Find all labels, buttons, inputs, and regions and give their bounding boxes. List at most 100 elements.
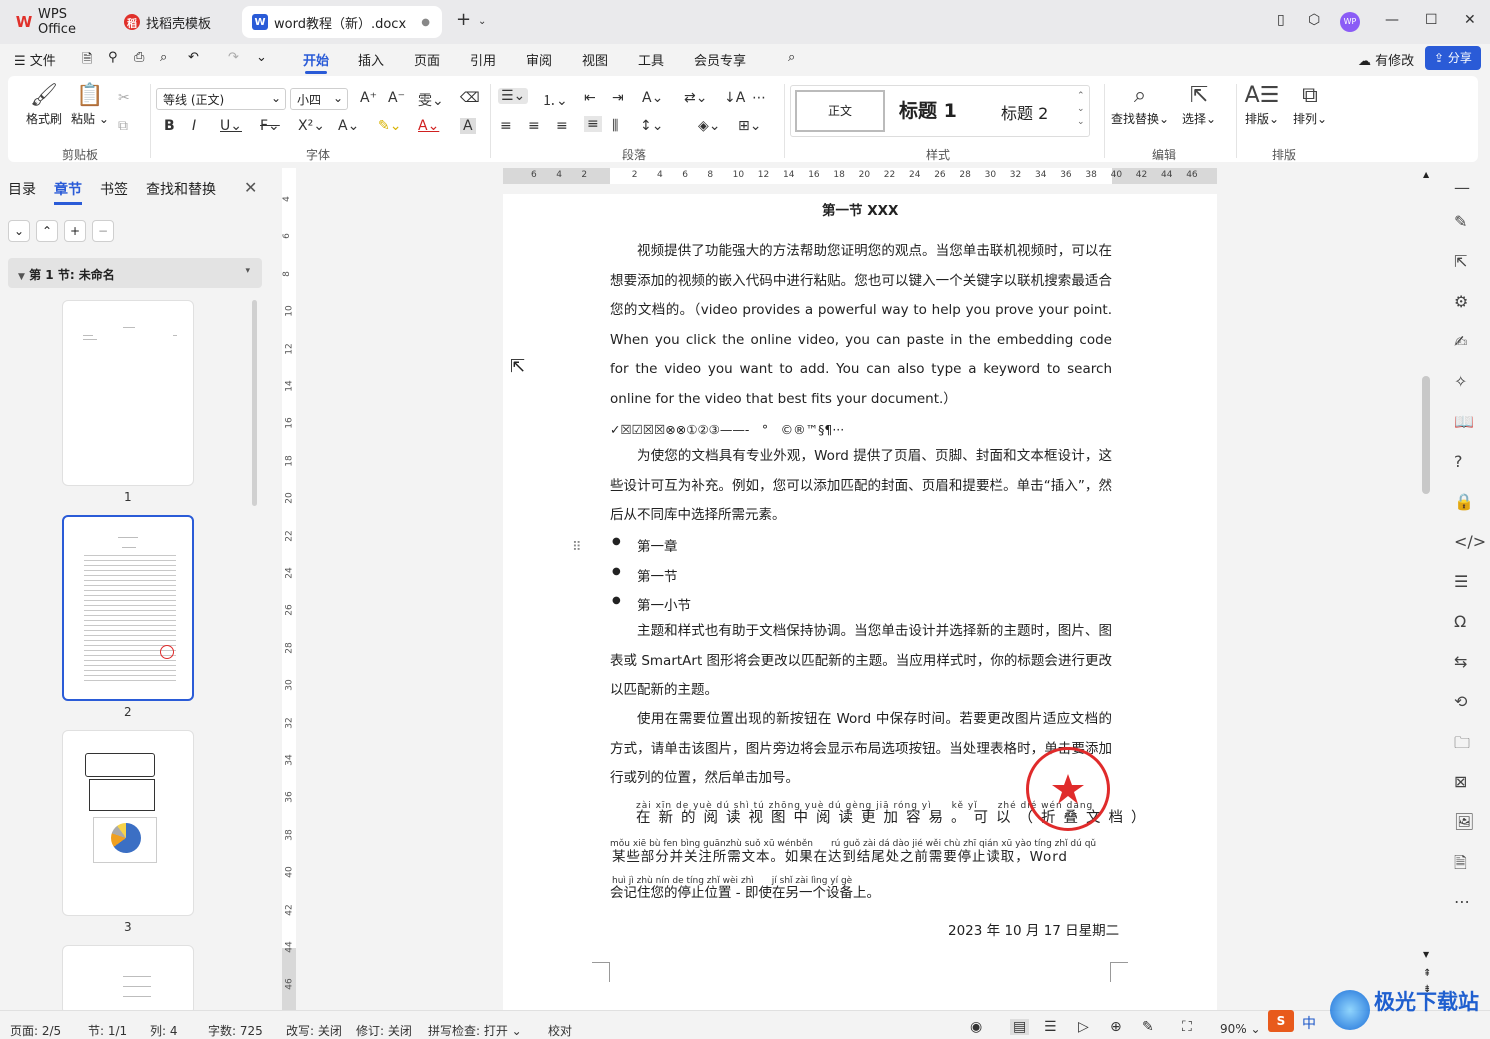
style-scroll-icon[interactable]: ⌃ ⌄ ⌄ bbox=[1077, 90, 1085, 129]
italic-icon[interactable]: I bbox=[192, 118, 196, 134]
translate-icon[interactable]: ⇆ bbox=[1454, 652, 1467, 671]
borders-icon[interactable]: ⊞⌄ bbox=[738, 118, 761, 134]
chevron-down-icon[interactable]: ⌄ bbox=[478, 16, 486, 27]
paste-button[interactable]: 📋 粘贴 ⌄ bbox=[70, 82, 110, 127]
cube-icon[interactable]: ⬡ bbox=[1308, 12, 1320, 28]
char-shading-icon[interactable]: A bbox=[460, 118, 476, 134]
chevron-down-icon[interactable]: ⌄ bbox=[8, 220, 30, 242]
tab-bookmarks[interactable]: 书签 bbox=[100, 179, 128, 199]
quick-access-chevron-icon[interactable]: ⌄ bbox=[256, 50, 267, 65]
status-words[interactable]: 字数: 725 bbox=[208, 1022, 263, 1039]
cut-icon[interactable]: ✂ bbox=[118, 90, 130, 106]
decrease-indent-icon[interactable]: ⇤ bbox=[584, 90, 596, 106]
menu-references[interactable]: 引用 bbox=[470, 50, 496, 69]
grow-font-icon[interactable]: A⁺ bbox=[360, 90, 377, 106]
pointer-icon[interactable]: ⇱ bbox=[1454, 252, 1467, 271]
history-icon[interactable]: ⟲ bbox=[1454, 692, 1467, 711]
page-thumbnail-3[interactable] bbox=[62, 730, 194, 916]
select-button[interactable]: ⇱ 选择⌄ bbox=[1174, 82, 1224, 127]
menu-page[interactable]: 页面 bbox=[414, 50, 440, 69]
tab-toc[interactable]: 目录 bbox=[8, 179, 36, 199]
outline-view-icon[interactable]: ☰ bbox=[1044, 1019, 1057, 1035]
layout-icon[interactable]: ▯ bbox=[1277, 12, 1285, 28]
style-heading2[interactable]: 标题 2 bbox=[1001, 100, 1048, 124]
status-section[interactable]: 节: 1/1 bbox=[88, 1022, 127, 1039]
tab-word-doc[interactable]: W word教程（新）.docx ● bbox=[242, 6, 442, 38]
typeset-button[interactable]: A☰ 排版⌄ bbox=[1240, 82, 1284, 127]
book-icon[interactable]: 📖 bbox=[1454, 412, 1474, 431]
style-normal[interactable]: 正文 bbox=[795, 90, 885, 132]
text-direction-icon[interactable]: ⇄⌄ bbox=[684, 90, 707, 106]
format-painter-button[interactable]: 🖌 格式刷 bbox=[24, 82, 64, 127]
highlight-icon[interactable]: ✎⌄ bbox=[378, 118, 401, 134]
superscript-icon[interactable]: X²⌄ bbox=[298, 118, 325, 134]
shading-icon[interactable]: ◈⌄ bbox=[698, 118, 721, 134]
omega-icon[interactable]: Ω bbox=[1454, 612, 1466, 631]
style-heading1[interactable]: 标题 1 bbox=[899, 96, 957, 123]
folder-star-icon[interactable]: 🗀 bbox=[1454, 732, 1470, 759]
share-button[interactable]: ⇪ 分享 bbox=[1425, 46, 1481, 70]
avatar[interactable]: WP bbox=[1340, 12, 1360, 32]
collapse-icon[interactable]: — bbox=[1454, 178, 1470, 197]
document-scrollbar[interactable]: ▲ ▼ ⇞ ⇟ bbox=[1421, 168, 1433, 1010]
horizontal-ruler[interactable]: 6 4 2 2 4 6 8 10 12 14 16 18 20 22 24 26 28 30 32 34 36 38 40 4… bbox=[503, 168, 1217, 184]
find-replace-button[interactable]: ⌕ 查找替换⌄ bbox=[1110, 82, 1170, 127]
page-view-icon[interactable]: ▤ bbox=[1010, 1019, 1030, 1035]
prev-page-icon[interactable]: ⇞ bbox=[1423, 968, 1431, 979]
company-seal[interactable] bbox=[1026, 747, 1110, 831]
zoom-select[interactable]: 90% ⌄ bbox=[1220, 1022, 1261, 1036]
page-thumbnail-1[interactable] bbox=[62, 300, 194, 486]
sliders-icon[interactable]: ⚙ bbox=[1454, 292, 1468, 311]
show-marks-icon[interactable]: ⋯ bbox=[752, 90, 766, 106]
web-view-icon[interactable]: ⊕ bbox=[1110, 1019, 1122, 1035]
font-name-select[interactable]: 等线 (正文) ⌄ bbox=[156, 88, 286, 110]
drag-handle-icon[interactable]: ⠿ bbox=[572, 540, 582, 555]
chinese-layout-icon[interactable]: A⌄ bbox=[642, 90, 663, 106]
pen-mode-icon[interactable]: ✎ bbox=[1142, 1019, 1154, 1035]
tab-find-replace[interactable]: 查找和替换 bbox=[146, 179, 216, 199]
new-tab-plus-icon[interactable]: + bbox=[456, 9, 471, 30]
status-revise[interactable]: 修订: 关闭 bbox=[356, 1022, 412, 1039]
print-icon[interactable]: ⎙ bbox=[134, 50, 144, 65]
page-thumbnail-2[interactable] bbox=[62, 515, 194, 701]
lock-icon[interactable]: 🔒 bbox=[1454, 492, 1474, 511]
menu-insert[interactable]: 插入 bbox=[358, 50, 384, 69]
ai-writing-icon[interactable]: ✍ bbox=[1454, 332, 1467, 351]
align-right-icon[interactable]: ≡ bbox=[556, 118, 568, 134]
ime-logo-icon[interactable]: S bbox=[1268, 1010, 1294, 1032]
line-spacing-icon[interactable]: ↕⌄ bbox=[640, 118, 663, 134]
tools-icon[interactable]: ✧ bbox=[1454, 372, 1467, 391]
page-thumbnail-4[interactable] bbox=[62, 945, 194, 1015]
tab-wps-office[interactable]: W WPS Office bbox=[6, 6, 112, 38]
close-icon[interactable]: ✕ bbox=[1464, 12, 1476, 28]
sort-icon[interactable]: ↓A bbox=[724, 90, 745, 106]
eye-icon[interactable]: ◉ bbox=[970, 1019, 982, 1035]
font-color-icon[interactable]: A⌄ bbox=[418, 118, 439, 134]
maximize-icon[interactable]: ☐ bbox=[1425, 12, 1438, 28]
pen-icon[interactable]: ✎ bbox=[1454, 212, 1467, 231]
redo-icon[interactable]: ↷ bbox=[228, 50, 239, 65]
ime-chinese-mode[interactable]: 中 bbox=[1302, 1013, 1316, 1033]
status-page[interactable]: 页面: 2/5 bbox=[10, 1022, 61, 1039]
status-column[interactable]: 列: 4 bbox=[150, 1022, 178, 1039]
file-menu[interactable]: ☰ 文件 bbox=[14, 50, 56, 69]
search-icon[interactable]: ⌕ bbox=[788, 50, 795, 65]
menu-member[interactable]: 会员专享 bbox=[694, 50, 746, 69]
numbering-icon[interactable]: ⒈⌄ bbox=[542, 90, 568, 110]
menu-home[interactable]: 开始 bbox=[303, 50, 329, 74]
status-rewrite[interactable]: 改写: 关闭 bbox=[286, 1022, 342, 1039]
justify-icon[interactable]: ≡ bbox=[584, 116, 602, 132]
code-icon[interactable]: </> bbox=[1454, 532, 1486, 551]
font-size-select[interactable]: 小四 ⌄ bbox=[290, 88, 348, 110]
list-icon[interactable]: ☰ bbox=[1454, 572, 1468, 591]
clear-format-icon[interactable]: ⌫ bbox=[460, 90, 480, 106]
text-effect-icon[interactable]: A⌄ bbox=[338, 118, 359, 134]
minimize-icon[interactable]: — bbox=[1385, 12, 1399, 28]
doc-check-icon[interactable]: 🗎 bbox=[1454, 852, 1467, 879]
fit-icon[interactable]: ⛶ bbox=[1182, 1019, 1192, 1035]
tab-docer[interactable]: 稻 找稻壳模板 bbox=[114, 6, 238, 38]
add-section-icon[interactable]: + bbox=[64, 220, 86, 242]
scroll-up-icon[interactable]: ▲ bbox=[1423, 170, 1429, 179]
align-center-icon[interactable]: ≡ bbox=[528, 118, 540, 134]
close-pane-icon[interactable]: ✕ bbox=[244, 178, 257, 197]
